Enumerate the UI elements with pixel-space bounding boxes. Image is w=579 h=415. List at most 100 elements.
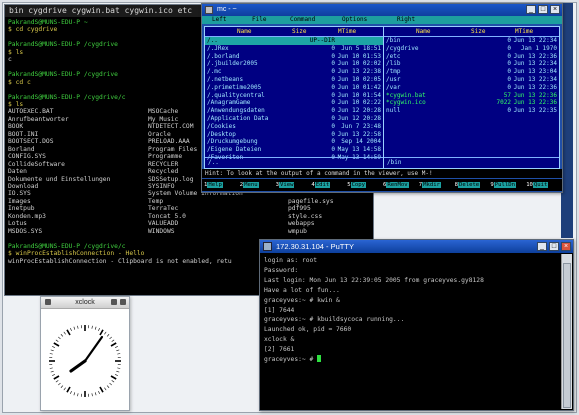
mc-left-panel[interactable]: Name Size MTime /.. UP--DIR /.JRex 0 Jun 5 … xyxy=(204,26,384,169)
file-row[interactable]: /.JRex 0 Jun 5 18:51 xyxy=(205,45,383,53)
file-row[interactable]: /Application Data 0 Jun 12 20:28 xyxy=(205,115,383,123)
file-row[interactable]: /Anwendungsdaten 0 Jun 12 20:28 xyxy=(205,107,383,115)
file-row[interactable]: /cygdrive 0 Jan 1 1970 xyxy=(384,45,559,53)
fkey-help[interactable]: 1Help xyxy=(204,181,223,189)
mc-menu-right[interactable]: Right xyxy=(397,16,415,24)
col-name-header[interactable]: Name xyxy=(237,27,251,36)
putty-titlebar[interactable]: 172.30.31.104 - PuTTY _ □ × xyxy=(260,240,573,253)
file-row[interactable]: /Cookies 0 Jun 7 23:48 xyxy=(205,123,383,131)
fkey-edit[interactable]: 4Edit xyxy=(311,181,331,189)
listing-item: Inetpub xyxy=(8,205,35,213)
fkey-view[interactable]: 3View xyxy=(276,181,295,189)
fkey-number: 10 xyxy=(526,182,533,188)
file-size: 0 xyxy=(507,75,511,83)
clock-tick xyxy=(98,327,100,331)
putty-window[interactable]: 172.30.31.104 - PuTTY _ □ × login as: ro… xyxy=(259,239,574,411)
minimize-button[interactable]: _ xyxy=(526,5,536,14)
file-row[interactable]: /.jbuilder2005 0 Jun 10 02:02 xyxy=(205,60,383,68)
close-button[interactable]: × xyxy=(561,242,571,251)
file-size: 0 xyxy=(331,83,335,91)
fkey-renmov[interactable]: 6RenMov xyxy=(383,181,409,189)
file-mtime: Sep 14 2004 xyxy=(341,138,381,146)
fkey-delete[interactable]: 8Delete xyxy=(455,181,481,189)
terminal-line: [1] 7644 xyxy=(264,306,295,314)
file-name: null xyxy=(386,107,401,115)
clock-tick xyxy=(70,327,72,331)
close-button[interactable]: × xyxy=(550,5,560,14)
fkey-copy[interactable]: 5Copy xyxy=(347,181,367,189)
terminal-line: graceyves:~ # kbuildsycoca running... xyxy=(264,316,405,324)
fkey-label: View xyxy=(278,182,295,188)
file-row[interactable]: /.qualitycentral 0 Jun 10 01:54 xyxy=(205,92,383,100)
file-row[interactable]: /etc 0 Jun 13 22:36 xyxy=(384,53,559,61)
mc-hint-line: Hint: To look at the output of a command… xyxy=(202,169,562,178)
putty-scrollbar[interactable] xyxy=(561,254,572,409)
file-name: /Application Data xyxy=(207,114,269,122)
file-row[interactable]: /AnagramGame 0 Jun 10 02:22 xyxy=(205,99,383,107)
fkey-mkdir[interactable]: 7Mkdir xyxy=(419,181,442,189)
file-row[interactable]: /Desktop 0 Jun 13 22:58 xyxy=(205,131,383,139)
clock-tick xyxy=(91,393,93,397)
fkey-menu[interactable]: 2Menu xyxy=(240,181,259,189)
minimize-button[interactable] xyxy=(111,299,117,305)
maximize-button[interactable]: □ xyxy=(549,242,559,251)
scrollbar-thumb[interactable] xyxy=(563,263,571,408)
mc-menu-left[interactable]: Left xyxy=(212,16,226,24)
close-button[interactable] xyxy=(120,299,126,305)
file-row[interactable]: /Eigene Dateien 0 May 13 14:58 xyxy=(205,146,383,154)
fkey-quit[interactable]: 10Quit xyxy=(526,181,549,189)
mc-window[interactable]: mc - ~ _ □ × Left File Command Options R… xyxy=(201,3,563,193)
file-row[interactable]: /tmp 0 Jun 13 23:04 xyxy=(384,68,559,76)
file-row[interactable]: /.. UP--DIR xyxy=(205,37,383,45)
file-row[interactable]: /lib 0 Jun 13 22:34 xyxy=(384,60,559,68)
mc-menu-options[interactable]: Options xyxy=(342,16,367,24)
file-row[interactable]: *cygwin.ico 7022 Jun 13 22:36 xyxy=(384,99,559,107)
fkey-pulldn[interactable]: 9PullDn xyxy=(490,181,516,189)
terminal-line: Have a lot of fun... xyxy=(264,286,340,294)
file-row[interactable]: /bin 0 Jun 13 22:34 xyxy=(384,37,559,45)
clock-tick xyxy=(111,339,115,342)
clock-tick xyxy=(73,392,76,396)
minimize-button[interactable]: _ xyxy=(537,242,547,251)
file-row[interactable]: /usr 0 Jun 13 22:34 xyxy=(384,76,559,84)
listing-row: Images Temp pagefile.sys xyxy=(8,198,373,205)
col-name-header[interactable]: Name xyxy=(416,27,430,36)
file-name: /AnagramGame xyxy=(207,99,251,107)
clock-tick xyxy=(73,326,76,330)
file-row[interactable]: /var 0 Jun 13 22:36 xyxy=(384,84,559,92)
file-name: /.borland xyxy=(207,52,240,60)
listing-item: pdf995 xyxy=(288,205,311,213)
mc-menu-file[interactable]: File xyxy=(252,16,266,24)
file-row[interactable]: null 0 Jun 13 22:35 xyxy=(384,107,559,115)
mc-menu-command[interactable]: Command xyxy=(290,16,315,24)
terminal-line: xclock & xyxy=(264,336,295,344)
file-row[interactable]: /Druckumgebung 0 Sep 14 2004 xyxy=(205,138,383,146)
col-size-header[interactable]: Size xyxy=(292,27,306,36)
clock-tick xyxy=(99,386,104,393)
xclock-titlebar[interactable]: xclock xyxy=(41,297,129,309)
file-size: 0 xyxy=(331,114,335,122)
file-mtime: Jun 13 22:34 xyxy=(513,75,557,83)
file-row[interactable]: /.mc 0 Jun 13 22:38 xyxy=(205,68,383,76)
mc-right-panel[interactable]: Name Size MTime /bin 0 Jun 13 22:34/cygdri… xyxy=(383,26,560,169)
file-row[interactable]: *cygwin.bat 57 Jun 13 22:36 xyxy=(384,92,559,100)
file-row[interactable]: /.borland 0 Jun 10 01:53 xyxy=(205,53,383,61)
clock-tick xyxy=(115,346,119,348)
putty-terminal-output[interactable]: login as: root Password: Last login: Mon J… xyxy=(264,256,559,408)
clock-tick xyxy=(53,375,60,380)
col-mtime-header[interactable]: MTime xyxy=(515,27,533,36)
file-row[interactable]: /.netbeans 0 Jun 10 02:05 xyxy=(205,76,383,84)
clock-tick xyxy=(66,329,71,336)
file-name: /Cookies xyxy=(207,122,236,130)
file-size: 0 xyxy=(507,107,511,115)
file-size: 57 xyxy=(503,91,511,99)
fkey-label: Help xyxy=(207,182,223,188)
clock-tick xyxy=(106,385,110,388)
mc-titlebar[interactable]: mc - ~ _ □ × xyxy=(202,4,562,16)
xclock-window[interactable]: xclock xyxy=(40,296,130,411)
file-row[interactable]: /.primetime2005 0 Jun 10 01:42 xyxy=(205,84,383,92)
clock-face xyxy=(49,325,121,397)
col-mtime-header[interactable]: MTime xyxy=(338,27,356,36)
col-size-header[interactable]: Size xyxy=(471,27,485,36)
maximize-button[interactable]: □ xyxy=(538,5,548,14)
